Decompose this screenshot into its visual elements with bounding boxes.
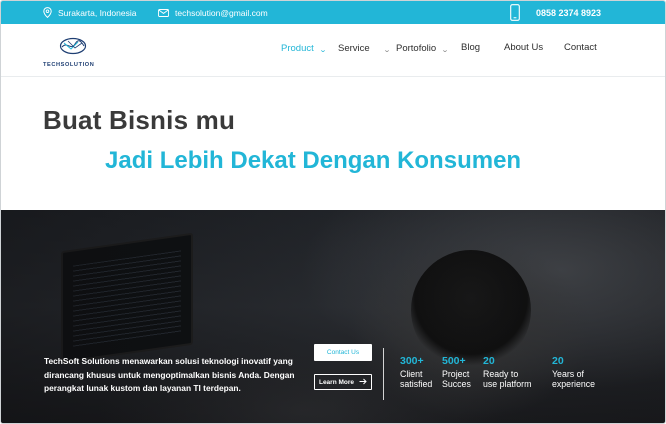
logo-text: TECHSOLUTION — [43, 62, 95, 68]
nav-label: Product — [281, 42, 314, 54]
nav-label: Blog — [461, 42, 481, 53]
stat-clients: 300+ Client satisfied — [400, 355, 432, 389]
stat-label: Client satisfied — [400, 369, 433, 389]
envelope-icon — [158, 8, 169, 17]
stat-number: 20 — [552, 355, 564, 367]
arrow-right-icon — [359, 378, 367, 387]
nav-item-about-us[interactable]: About Us — [504, 42, 543, 53]
location-text: Surakarta, Indonesia — [58, 7, 137, 18]
hero-description: TechSoft Solutions menawarkan solusi tek… — [44, 356, 295, 394]
stat-platforms: 20 Ready to use platform — [483, 355, 531, 389]
nav-item-contact[interactable]: Contact — [564, 42, 597, 53]
top-info-bar: Surakarta, Indonesia techsolution@gmail.… — [1, 1, 665, 24]
stat-number: 500+ — [442, 355, 466, 367]
stat-experience: 20 Years of experience — [552, 355, 595, 389]
nav-item-service[interactable]: Service ⌄ — [338, 42, 391, 55]
stat-label: Ready to use platform — [483, 369, 532, 389]
stat-number: 20 — [483, 355, 495, 367]
learn-more-button[interactable]: Learn More — [314, 374, 372, 390]
nav-label: Contact — [564, 42, 597, 53]
nav-label: Portofolio — [396, 42, 437, 54]
hero-title-line2: Jadi Lebih Dekat Dengan Konsumen — [105, 147, 522, 174]
page: Surakarta, Indonesia techsolution@gmail.… — [0, 0, 666, 424]
learn-more-label: Learn More — [318, 378, 355, 386]
email-text: techsolution@gmail.com — [175, 7, 268, 18]
stats-divider — [383, 348, 384, 400]
nav-item-blog[interactable]: Blog — [461, 42, 480, 53]
smartphone-icon — [510, 4, 520, 21]
chevron-down-icon: ⌄ — [382, 47, 391, 54]
chevron-down-icon: ⌄ — [318, 47, 327, 54]
contact-us-button[interactable]: Contact Us — [314, 344, 372, 361]
chevron-down-icon: ⌄ — [440, 47, 450, 54]
location-pin-icon — [43, 7, 52, 18]
phone-info[interactable]: 0858 2374 8923 — [510, 1, 601, 24]
stat-projects: 500+ Project Succes — [442, 355, 471, 389]
phone-text: 0858 2374 8923 — [536, 7, 602, 18]
stat-number: 300+ — [400, 355, 424, 367]
main-navbar: TECHSOLUTION Product ⌄ Service ⌄ Portofo… — [1, 24, 665, 76]
nav-item-portofolio[interactable]: Portofolio ⌄ — [396, 42, 450, 55]
stat-label: Project Succes — [442, 369, 471, 389]
stat-label: Years of experience — [552, 369, 596, 389]
logo-mark-icon — [59, 35, 87, 62]
hero-heading-section: Buat Bisnis mu Jadi Lebih Dekat Dengan K… — [1, 76, 665, 210]
nav-label: Service — [338, 42, 370, 54]
nav-item-product[interactable]: Product ⌄ — [281, 42, 327, 55]
location-info: Surakarta, Indonesia — [43, 1, 136, 24]
logo[interactable]: TECHSOLUTION — [43, 34, 103, 70]
nav-label: About Us — [504, 42, 544, 53]
hero-banner: TechSoft Solutions menawarkan solusi tek… — [1, 210, 665, 423]
hero-title-line1: Buat Bisnis mu — [43, 105, 236, 135]
email-info[interactable]: techsolution@gmail.com — [158, 1, 268, 24]
